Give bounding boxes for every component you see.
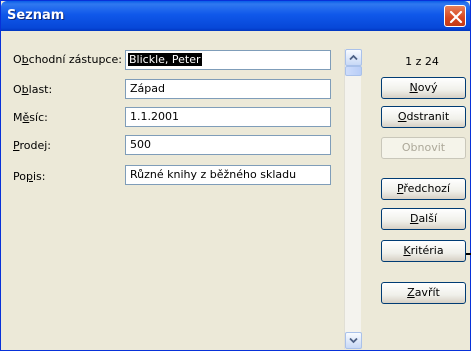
next-button[interactable]: Další <box>381 208 466 230</box>
label-region: Oblast: <box>13 83 53 96</box>
window-title: Seznam <box>7 8 65 23</box>
chevron-up-icon <box>349 54 358 61</box>
restore-button: Obnovit <box>381 137 466 159</box>
close-icon <box>449 10 463 24</box>
month-field[interactable]: 1.1.2001 <box>125 107 331 127</box>
sales-field[interactable]: 500 <box>125 135 331 155</box>
dialog-window: Seznam Obchodní zástupce: Blickle, Peter… <box>0 0 471 351</box>
record-counter: 1 z 24 <box>405 55 439 68</box>
chevron-down-icon <box>349 337 358 344</box>
close-button[interactable]: Zavřít <box>381 282 466 304</box>
record-scrollbar[interactable] <box>344 49 362 349</box>
title-bar[interactable]: Seznam <box>1 1 470 31</box>
scroll-thumb[interactable] <box>345 66 362 76</box>
label-description: Popis: <box>13 170 46 183</box>
scroll-up-button[interactable] <box>345 49 362 66</box>
scroll-down-button[interactable] <box>345 332 362 349</box>
label-sales: Prodej: <box>13 139 51 152</box>
region-field[interactable]: Západ <box>125 79 331 99</box>
close-window-button[interactable] <box>444 5 466 27</box>
label-month: Měsíc: <box>13 111 48 124</box>
criteria-button[interactable]: Kritéria <box>381 240 466 262</box>
description-field[interactable]: Různé knihy z běžného skladu <box>125 165 331 185</box>
sales-rep-field[interactable]: Blickle, Peter <box>125 50 331 70</box>
new-button[interactable]: Nový <box>381 77 466 99</box>
form-area: Obchodní zástupce: Blickle, Peter Oblast… <box>4 31 467 349</box>
previous-button[interactable]: Předchozí <box>381 178 466 200</box>
label-sales-rep: Obchodní zástupce: <box>13 53 122 66</box>
delete-button[interactable]: Odstranit <box>381 106 466 128</box>
callout-line <box>466 253 471 255</box>
